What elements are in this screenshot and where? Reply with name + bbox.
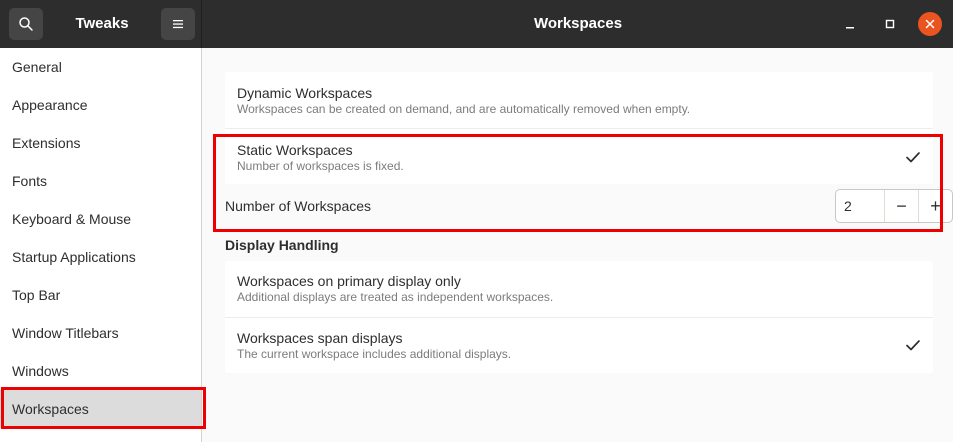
static-workspaces-title: Static Workspaces — [237, 142, 353, 158]
main-panel: Dynamic Workspaces Workspaces can be cre… — [203, 48, 953, 442]
dynamic-workspaces-row[interactable]: Dynamic Workspaces Workspaces can be cre… — [225, 72, 933, 128]
close-icon — [925, 19, 935, 29]
primary-display-only-subtitle: Additional displays are treated as indep… — [237, 290, 554, 304]
sidebar-item-startup-applications[interactable]: Startup Applications — [0, 238, 201, 276]
number-of-workspaces-row: Number of Workspaces 2 − + — [225, 184, 953, 235]
span-displays-title: Workspaces span displays — [237, 330, 403, 346]
plus-icon: + — [930, 195, 941, 216]
sidebar-item-keyboard-mouse[interactable]: Keyboard & Mouse — [0, 200, 201, 238]
maximize-button[interactable] — [878, 12, 902, 36]
app-title: Tweaks — [75, 15, 129, 32]
display-handling-heading: Display Handling — [225, 237, 339, 253]
sidebar-item-window-titlebars[interactable]: Window Titlebars — [0, 314, 201, 352]
minimize-button[interactable] — [838, 12, 862, 36]
sidebar-item-top-bar[interactable]: Top Bar — [0, 276, 201, 314]
number-of-workspaces-stepper[interactable]: 2 − + — [835, 189, 953, 223]
sidebar-item-general[interactable]: General — [0, 48, 201, 86]
decrement-button[interactable]: − — [884, 190, 918, 222]
hamburger-menu-icon — [173, 20, 183, 29]
number-of-workspaces-label: Number of Workspaces — [225, 198, 372, 214]
sidebar-item-appearance[interactable]: Appearance — [0, 86, 201, 124]
minus-icon: − — [896, 195, 907, 216]
span-displays-subtitle: The current workspace includes additiona… — [237, 347, 512, 361]
checkmark-icon — [906, 152, 920, 163]
search-icon — [19, 17, 33, 31]
primary-display-only-title: Workspaces on primary display only — [237, 273, 461, 289]
header-left-pane: Tweaks — [0, 0, 202, 48]
sidebar: General Appearance Extensions Fonts Keyb… — [0, 48, 202, 442]
span-displays-row[interactable]: Workspaces span displays The current wor… — [225, 317, 933, 373]
static-workspaces-subtitle: Number of workspaces is fixed. — [237, 159, 404, 173]
checkmark-icon — [906, 340, 920, 351]
sidebar-item-windows[interactable]: Windows — [0, 352, 201, 390]
header-bar: Tweaks Workspaces — [0, 0, 953, 48]
close-button[interactable] — [918, 12, 942, 36]
display-handling-card: Workspaces on primary display only Addit… — [225, 261, 933, 373]
number-of-workspaces-value[interactable]: 2 — [844, 190, 852, 222]
workspace-mode-card: Dynamic Workspaces Workspaces can be cre… — [225, 72, 953, 235]
maximize-icon — [885, 19, 895, 29]
static-workspaces-row[interactable]: Static Workspaces Number of workspaces i… — [225, 128, 933, 184]
sidebar-item-workspaces[interactable]: Workspaces — [0, 390, 201, 428]
sidebar-item-extensions[interactable]: Extensions — [0, 124, 201, 162]
minimize-icon — [846, 27, 854, 29]
menu-button[interactable] — [161, 8, 195, 40]
dynamic-workspaces-title: Dynamic Workspaces — [237, 85, 373, 101]
dynamic-workspaces-subtitle: Workspaces can be created on demand, and… — [237, 102, 691, 116]
primary-display-only-row[interactable]: Workspaces on primary display only Addit… — [225, 261, 933, 317]
increment-button[interactable]: + — [918, 190, 952, 222]
search-button[interactable] — [9, 8, 43, 40]
sidebar-item-fonts[interactable]: Fonts — [0, 162, 201, 200]
